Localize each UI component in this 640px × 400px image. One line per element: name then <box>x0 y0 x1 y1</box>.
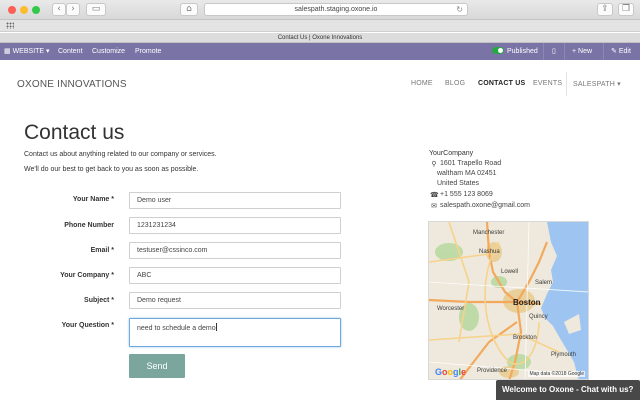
url-text: salespath.staging.oxone.io <box>294 6 378 13</box>
company-name: YourCompany <box>429 150 474 157</box>
phone-field[interactable]: 1231231234 <box>129 217 341 234</box>
address-line-1: 1601 Trapello Road <box>440 160 502 167</box>
home-icon[interactable]: ⌂ <box>180 3 198 16</box>
nav-divider <box>566 72 567 96</box>
address-line-2: waltham MA 02451 <box>437 170 497 177</box>
phone-label: Phone Number <box>64 222 114 229</box>
admin-bar-divider <box>603 43 604 60</box>
map-label-quincy: Quincy <box>529 314 548 320</box>
question-textarea[interactable]: need to schedule a demo <box>129 318 341 347</box>
tabs-overview-icon[interactable]: ❐ <box>618 3 634 16</box>
address-bar[interactable]: salespath.staging.oxone.io ↻ <box>204 3 468 16</box>
address-country: United States <box>437 180 480 187</box>
map-label-manchester: Manchester <box>473 230 505 236</box>
location-map[interactable]: Manchester Nashua Salem Lowell Boston Br… <box>428 221 589 380</box>
website-admin-bar: ▦ WEBSITE ▾ Content Customize Promote Pu… <box>0 43 640 60</box>
browser-titlebar: ‹ › ▭ ⌂ salespath.staging.oxone.io ↻ ⇪ ❐ <box>0 0 640 20</box>
content-menu[interactable]: Content <box>58 43 83 60</box>
apps-grid-icon: ▦ <box>4 48 11 55</box>
mobile-preview-icon[interactable]: ▯ <box>552 43 556 60</box>
company-field[interactable]: ABC <box>129 267 341 284</box>
map-label-boston: Boston <box>513 298 541 307</box>
top-sites-grid-icon[interactable] <box>6 22 14 29</box>
nav-blog[interactable]: BLOG <box>445 80 465 87</box>
customize-menu[interactable]: Customize <box>92 43 125 60</box>
envelope-icon: ✉ <box>431 203 437 210</box>
tab-bar: Contact Us | Oxone Innovations <box>0 33 640 43</box>
question-text: need to schedule a demo <box>137 325 216 332</box>
tab-title[interactable]: Contact Us | Oxone Innovations <box>278 35 363 41</box>
name-label: Your Name * <box>72 196 114 203</box>
published-label: Published <box>507 48 538 55</box>
subject-label: Subject * <box>84 297 114 304</box>
email-field[interactable]: testuser@cssinco.com <box>129 242 341 259</box>
nav-home[interactable]: HOME <box>411 80 433 87</box>
map-label-worcester: Worcester <box>437 306 465 312</box>
back-icon[interactable]: ‹ <box>52 3 66 16</box>
name-field[interactable]: Demo user <box>129 192 341 209</box>
pencil-icon: ✎ <box>611 48 617 55</box>
reload-icon[interactable]: ↻ <box>456 4 463 15</box>
google-logo: Google <box>435 367 467 377</box>
map-label-lowell: Lowell <box>501 269 519 275</box>
zoom-window-button[interactable] <box>32 6 40 14</box>
subject-field[interactable]: Demo request <box>129 292 341 309</box>
website-menu-label: WEBSITE ▾ <box>12 48 50 55</box>
nav-contact-us[interactable]: CONTACT US <box>478 80 525 87</box>
intro-text-2: We'll do our best to get back to you as … <box>24 166 199 173</box>
bookmarks-bar <box>0 20 640 32</box>
edit-label: Edit <box>618 48 631 55</box>
toggle-switch-icon <box>492 47 504 54</box>
promote-menu[interactable]: Promote <box>135 43 161 60</box>
map-marker-icon: ⚲ <box>431 161 437 168</box>
new-label: New <box>578 48 593 55</box>
phone-icon: ☎ <box>430 192 439 199</box>
map-label-plymouth: Plymouth <box>551 352 577 358</box>
plus-icon: + <box>572 48 577 55</box>
map-credit: Map data ©2018 Google <box>528 371 585 377</box>
send-button[interactable]: Send <box>129 354 185 378</box>
admin-bar-divider <box>564 43 565 60</box>
email-label: Email * <box>90 247 114 254</box>
minimize-window-button[interactable] <box>20 6 28 14</box>
map-label-salem: Salem <box>535 280 553 286</box>
new-button[interactable]: + New <box>572 43 592 60</box>
live-chat-button[interactable]: Welcome to Oxone - Chat with us? <box>496 380 640 400</box>
edit-button[interactable]: ✎ Edit <box>611 43 631 60</box>
map-label-providence: Providence <box>477 368 508 374</box>
website-menu[interactable]: ▦ WEBSITE ▾ <box>4 43 50 60</box>
map-label-brockton: Brockton <box>513 335 537 341</box>
map-label-nashua: Nashua <box>479 249 500 255</box>
question-label: Your Question * <box>61 322 114 329</box>
close-window-button[interactable] <box>8 6 16 14</box>
published-toggle[interactable]: Published <box>492 43 538 60</box>
company-label: Your Company * <box>60 272 114 279</box>
forward-icon[interactable]: › <box>66 3 80 16</box>
nav-events[interactable]: EVENTS <box>533 80 562 87</box>
text-cursor <box>215 323 217 331</box>
page-title: Contact us <box>24 121 125 144</box>
company-phone: +1 555 123 8069 <box>440 191 493 198</box>
intro-text: Contact us about anything related to our… <box>24 151 217 158</box>
site-logo[interactable]: OXONE INNOVATIONS <box>17 79 127 90</box>
sidebar-icon[interactable]: ▭ <box>86 3 106 16</box>
share-icon[interactable]: ⇪ <box>597 3 613 16</box>
admin-bar-divider <box>543 43 544 60</box>
company-email[interactable]: salespath.oxone@gmail.com <box>440 202 530 209</box>
nav-salespath-dropdown[interactable]: SALESPATH ▾ <box>573 80 621 88</box>
